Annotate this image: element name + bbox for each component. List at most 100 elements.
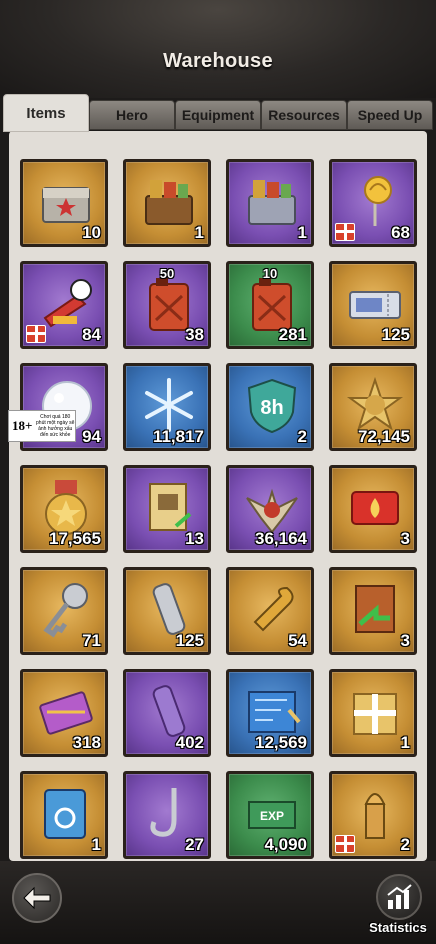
air-horn-icon (43, 279, 92, 328)
silver-resource-chest-icon (248, 180, 296, 225)
item-count: 84 (82, 325, 101, 344)
item-count: 1 (91, 835, 101, 854)
item-slot[interactable]: 125 (123, 567, 211, 655)
item-count: 17,565 (49, 529, 101, 548)
item-count: 281 (278, 325, 307, 344)
star-medal-icon (45, 480, 87, 535)
fuel-can-icon (252, 278, 292, 331)
item-count: 125 (175, 631, 204, 650)
item-slot[interactable]: 10 281 (226, 261, 314, 349)
item-slot[interactable]: 2 (329, 771, 417, 859)
tube-icon (152, 583, 186, 635)
tab-equipment[interactable]: Equipment (175, 100, 261, 130)
item-slot[interactable]: 27 (123, 771, 211, 859)
item-count: 125 (381, 325, 410, 344)
item-count: 11,817 (152, 427, 204, 446)
tab-resources[interactable]: Resources (261, 100, 347, 130)
item-count: 3 (400, 631, 410, 650)
item-count: 94 (82, 427, 101, 446)
item-top-count: 50 (159, 266, 175, 281)
bar-chart-icon (387, 884, 412, 909)
item-slot[interactable]: 1 (226, 159, 314, 247)
steel-chest-icon (42, 187, 90, 223)
item-count: 1 (400, 733, 410, 752)
item-count: 54 (288, 631, 307, 650)
item-slot[interactable]: 68 (329, 159, 417, 247)
statistics-label[interactable]: Statistics (360, 920, 436, 935)
gift-crate-icon (353, 693, 397, 735)
svg-text:EXP: EXP (260, 809, 284, 823)
item-slot[interactable]: 1 (329, 669, 417, 757)
item-slot[interactable]: 12,569 (226, 669, 314, 757)
item-slot[interactable]: 402 (123, 669, 211, 757)
item-slot[interactable]: 71 (20, 567, 108, 655)
item-count: 3 (400, 529, 410, 548)
item-count: 10 (82, 223, 101, 242)
item-count: 13 (185, 529, 204, 548)
item-slot[interactable]: 10 (20, 159, 108, 247)
sheriff-badge-icon (346, 376, 404, 431)
item-count: 72,145 (358, 427, 410, 446)
blueprint-icon (248, 691, 301, 733)
hook-icon (150, 788, 177, 837)
item-slot[interactable]: 84 (20, 261, 108, 349)
tab-speed-up[interactable]: Speed Up (347, 100, 433, 130)
fuel-can-icon (149, 278, 189, 331)
resource-chest-icon (145, 180, 193, 225)
statistics-button[interactable] (376, 874, 422, 920)
item-slot[interactable]: 50 38 (123, 261, 211, 349)
item-count: 71 (82, 631, 101, 650)
item-slot[interactable]: 318 (20, 669, 108, 757)
item-slot[interactable]: 1 (123, 159, 211, 247)
fire-card-icon (351, 491, 399, 525)
item-slot[interactable]: 11,817 (123, 363, 211, 451)
gift-badge-icon (335, 835, 355, 853)
eagle-emblem-icon (246, 488, 298, 534)
age-rating-text: Chơi quá 180 phút một ngày sẽ ảnh hưởng … (36, 414, 75, 438)
snowflake-icon (145, 378, 193, 432)
page-title: Warehouse (163, 50, 273, 72)
purple-tube-icon (152, 685, 186, 737)
tab-items[interactable]: Items (3, 94, 89, 132)
item-slot[interactable]: 3 (329, 465, 417, 553)
blue-card-icon (44, 789, 86, 839)
ticket-icon (349, 291, 401, 319)
item-slot[interactable]: 3 (329, 567, 417, 655)
item-slot[interactable]: 36,164 (226, 465, 314, 553)
item-slot[interactable]: 13 (123, 465, 211, 553)
back-button[interactable] (12, 873, 62, 923)
item-slot[interactable]: 54 (226, 567, 314, 655)
item-count: 27 (185, 835, 204, 854)
item-slot[interactable]: 125 (329, 261, 417, 349)
item-count: 4,090 (264, 835, 307, 854)
item-count: 36,164 (255, 529, 307, 548)
item-slot[interactable]: 8h 2 (226, 363, 314, 451)
item-slot[interactable]: 72,145 (329, 363, 417, 451)
gift-badge-icon (335, 223, 355, 241)
item-count: 318 (72, 733, 101, 752)
wrench-icon (253, 586, 294, 632)
gift-badge-icon (26, 325, 46, 343)
item-count: 2 (297, 427, 307, 446)
item-slot[interactable]: EXP 4,090 (226, 771, 314, 859)
exp-chip-icon: EXP (248, 801, 296, 829)
relocate-book-icon (355, 585, 395, 633)
item-count: 38 (185, 325, 204, 344)
age-rating-label: 18+ (12, 418, 33, 433)
item-count: 1 (194, 223, 204, 242)
purple-envelope-icon (39, 691, 93, 735)
item-slot[interactable]: 1 (20, 771, 108, 859)
shield-8h-icon: 8h (247, 378, 297, 434)
item-count: 1 (297, 223, 307, 242)
bullet-icon (364, 793, 386, 839)
item-top-count: 10 (262, 266, 278, 281)
golden-rose-icon (364, 176, 392, 226)
item-count: 12,569 (255, 733, 307, 752)
tab-hero[interactable]: Hero (89, 100, 175, 130)
item-count: 68 (391, 223, 410, 242)
item-slot[interactable]: 17,565 (20, 465, 108, 553)
tab-bar: Items Hero Equipment Resources Speed Up (3, 94, 435, 132)
header-bar (0, 0, 436, 98)
key-icon (43, 583, 88, 638)
back-arrow-icon (23, 886, 51, 910)
